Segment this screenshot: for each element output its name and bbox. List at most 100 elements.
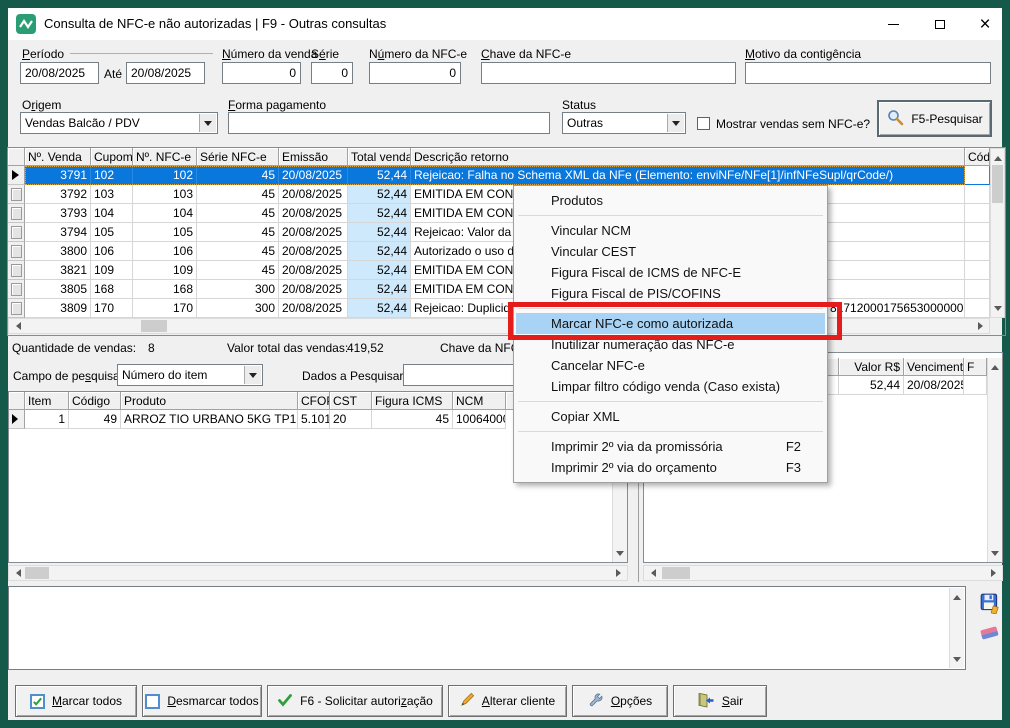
scroll-down-icon[interactable] bbox=[950, 654, 963, 668]
numero-venda-field[interactable]: 0 bbox=[222, 62, 301, 84]
mostrar-sem-nfce-checkbox[interactable] bbox=[697, 117, 710, 130]
sales-row[interactable]: 3792 103 103 45 20/08/2025 52,44 EMITIDA… bbox=[8, 185, 990, 204]
sales-vscrollbar[interactable] bbox=[990, 148, 1005, 318]
menu-item-vincular-ncm[interactable]: Vincular NCM bbox=[516, 220, 825, 241]
items-header-cst[interactable]: CST bbox=[330, 392, 372, 410]
items-header-cfop[interactable]: CFOP bbox=[298, 392, 330, 410]
sales-row[interactable]: 3809 170 170 300 20/08/2025 52,44 Rejeic… bbox=[8, 299, 990, 318]
scroll-right-icon[interactable] bbox=[975, 319, 989, 333]
status-dropdown-button[interactable] bbox=[667, 114, 684, 132]
dados-pesquisar-label: Dados a Pesquisar bbox=[302, 369, 403, 383]
sales-row[interactable]: 3821 109 109 45 20/08/2025 52,44 EMITIDA… bbox=[8, 261, 990, 280]
items-hscrollbar[interactable] bbox=[8, 565, 628, 581]
scroll-right-icon[interactable] bbox=[613, 566, 627, 580]
sales-row[interactable]: 3805 168 168 300 20/08/2025 52,44 EMITID… bbox=[8, 280, 990, 299]
sales-row[interactable]: 3791 102 102 45 20/08/2025 52,44 Rejeica… bbox=[8, 166, 990, 185]
chave-nfce-field[interactable] bbox=[481, 62, 736, 84]
menu-item-limpar-filtro[interactable]: Limpar filtro código venda (Caso exista) bbox=[516, 376, 825, 397]
payments-header-valor[interactable]: Valor R$ bbox=[839, 358, 904, 376]
numero-nfce-field[interactable]: 0 bbox=[369, 62, 461, 84]
motivo-field[interactable] bbox=[745, 62, 991, 84]
menu-item-figura-pis-cofins[interactable]: Figura Fiscal de PIS/COFINS bbox=[516, 283, 825, 304]
cell-codigo: 49 bbox=[69, 410, 121, 429]
scroll-left-icon[interactable] bbox=[644, 566, 658, 580]
scroll-right-icon[interactable] bbox=[988, 566, 1002, 580]
scroll-thumb[interactable] bbox=[662, 567, 690, 579]
sales-header-emissao[interactable]: Emissão bbox=[279, 148, 348, 166]
desmarcar-todos-button[interactable]: Desmarcar todos bbox=[142, 685, 262, 717]
sales-row[interactable]: 3800 106 106 45 20/08/2025 52,44 Autoriz… bbox=[8, 242, 990, 261]
scroll-up-icon[interactable] bbox=[991, 149, 1004, 163]
opcoes-button[interactable]: Opções bbox=[572, 685, 668, 717]
minimize-button[interactable] bbox=[877, 8, 909, 40]
scroll-down-icon[interactable] bbox=[991, 303, 1004, 317]
payments-header-vencimento[interactable]: Vencimento bbox=[904, 358, 964, 376]
row-indicator bbox=[8, 166, 25, 185]
erase-note-button[interactable] bbox=[977, 620, 1003, 646]
cell-nfce: 102 bbox=[133, 166, 197, 185]
scroll-left-icon[interactable] bbox=[9, 566, 23, 580]
menu-item-imprimir-promissoria[interactable]: Imprimir 2º via da promissóriaF2 bbox=[516, 436, 825, 457]
close-button[interactable] bbox=[969, 8, 1001, 40]
sales-hscrollbar[interactable] bbox=[8, 318, 990, 334]
scroll-down-icon[interactable] bbox=[988, 548, 1001, 562]
menu-item-vincular-cest[interactable]: Vincular CEST bbox=[516, 241, 825, 262]
scroll-up-icon[interactable] bbox=[950, 588, 963, 602]
sales-row[interactable]: 3793 104 104 45 20/08/2025 52,44 EMITIDA… bbox=[8, 204, 990, 223]
scroll-thumb[interactable] bbox=[25, 567, 49, 579]
sales-header-total[interactable]: Total venda bbox=[348, 148, 411, 166]
serie-field[interactable]: 0 bbox=[311, 62, 353, 84]
menu-item-produtos[interactable]: Produtos bbox=[516, 190, 825, 211]
menu-item-marcar-autorizada[interactable]: Marcar NFC-e como autorizada bbox=[516, 313, 825, 334]
log-vscrollbar[interactable] bbox=[949, 588, 964, 668]
status-select[interactable]: Outras bbox=[562, 112, 686, 134]
sales-header-nfce[interactable]: Nº. NFC-e bbox=[133, 148, 197, 166]
sales-header-cod[interactable]: Cód. bbox=[965, 148, 990, 166]
row-indicator bbox=[8, 242, 25, 261]
forma-pagamento-field[interactable] bbox=[228, 112, 550, 134]
f5-pesquisar-button[interactable]: F5-Pesquisar bbox=[877, 100, 992, 137]
payments-vscrollbar[interactable] bbox=[987, 358, 1002, 562]
sales-header-serie[interactable]: Série NFC-e bbox=[197, 148, 279, 166]
menu-item-copiar-xml[interactable]: Copiar XML bbox=[516, 406, 825, 427]
origem-dropdown-button[interactable] bbox=[199, 114, 216, 132]
campo-dropdown-button[interactable] bbox=[244, 366, 261, 384]
save-note-button[interactable] bbox=[977, 590, 1003, 616]
periodo-from-field[interactable]: 20/08/2025 bbox=[20, 62, 99, 84]
sales-header-desc[interactable]: Descrição retorno bbox=[411, 148, 965, 166]
items-header-figura[interactable]: Figura ICMS bbox=[372, 392, 453, 410]
scroll-left-icon[interactable] bbox=[9, 319, 23, 333]
alterar-cliente-button[interactable]: Alterar cliente bbox=[448, 685, 567, 717]
periodo-to-field[interactable]: 20/08/2025 bbox=[126, 62, 205, 84]
scroll-thumb[interactable] bbox=[992, 165, 1003, 203]
items-header-produto[interactable]: Produto bbox=[121, 392, 298, 410]
scroll-down-icon[interactable] bbox=[613, 548, 626, 562]
title-bar[interactable]: Consulta de NFC-e não autorizadas | F9 -… bbox=[8, 8, 1002, 40]
f6-solicitar-autorizacao-button[interactable]: F6 - Solicitar autorização bbox=[267, 685, 443, 717]
maximize-button[interactable] bbox=[924, 8, 956, 40]
menu-item-imprimir-orcamento[interactable]: Imprimir 2º via do orçamentoF3 bbox=[516, 457, 825, 478]
campo-pesquisa-select[interactable]: Número do item bbox=[117, 364, 263, 386]
cell-desc-fragment: 81712000175653000000 bbox=[830, 299, 963, 318]
row-indicator bbox=[8, 223, 25, 242]
sales-row[interactable]: 3794 105 105 45 20/08/2025 52,44 Rejeica… bbox=[8, 223, 990, 242]
items-header-ncm[interactable]: NCM bbox=[453, 392, 506, 410]
sales-header-cupom[interactable]: Cupom bbox=[91, 148, 133, 166]
menu-item-figura-icms[interactable]: Figura Fiscal de ICMS de NFC-E bbox=[516, 262, 825, 283]
wrench-icon bbox=[588, 692, 604, 711]
payments-header-f[interactable]: F bbox=[964, 358, 987, 376]
origem-select[interactable]: Vendas Balcão / PDV bbox=[20, 112, 218, 134]
scroll-thumb[interactable] bbox=[141, 320, 167, 332]
menu-item-cancelar-nfce[interactable]: Cancelar NFC-e bbox=[516, 355, 825, 376]
scroll-up-icon[interactable] bbox=[988, 358, 1001, 372]
menu-item-inutilizar[interactable]: Inutilizar numeração das NFC-e bbox=[516, 334, 825, 355]
marcar-todos-button[interactable]: Marcar todos bbox=[15, 685, 137, 717]
items-header-item[interactable]: Item bbox=[25, 392, 69, 410]
row-indicator bbox=[8, 280, 25, 299]
items-header-codigo[interactable]: Código bbox=[69, 392, 121, 410]
log-textarea[interactable] bbox=[8, 586, 966, 670]
sales-header-venda[interactable]: Nº. Venda bbox=[25, 148, 91, 166]
items-row[interactable]: 1 49 ARROZ TIO URBANO 5KG TP1 5.101 20 4… bbox=[9, 410, 506, 429]
payments-hscrollbar[interactable] bbox=[643, 565, 1003, 581]
sair-button[interactable]: Sair bbox=[673, 685, 767, 717]
